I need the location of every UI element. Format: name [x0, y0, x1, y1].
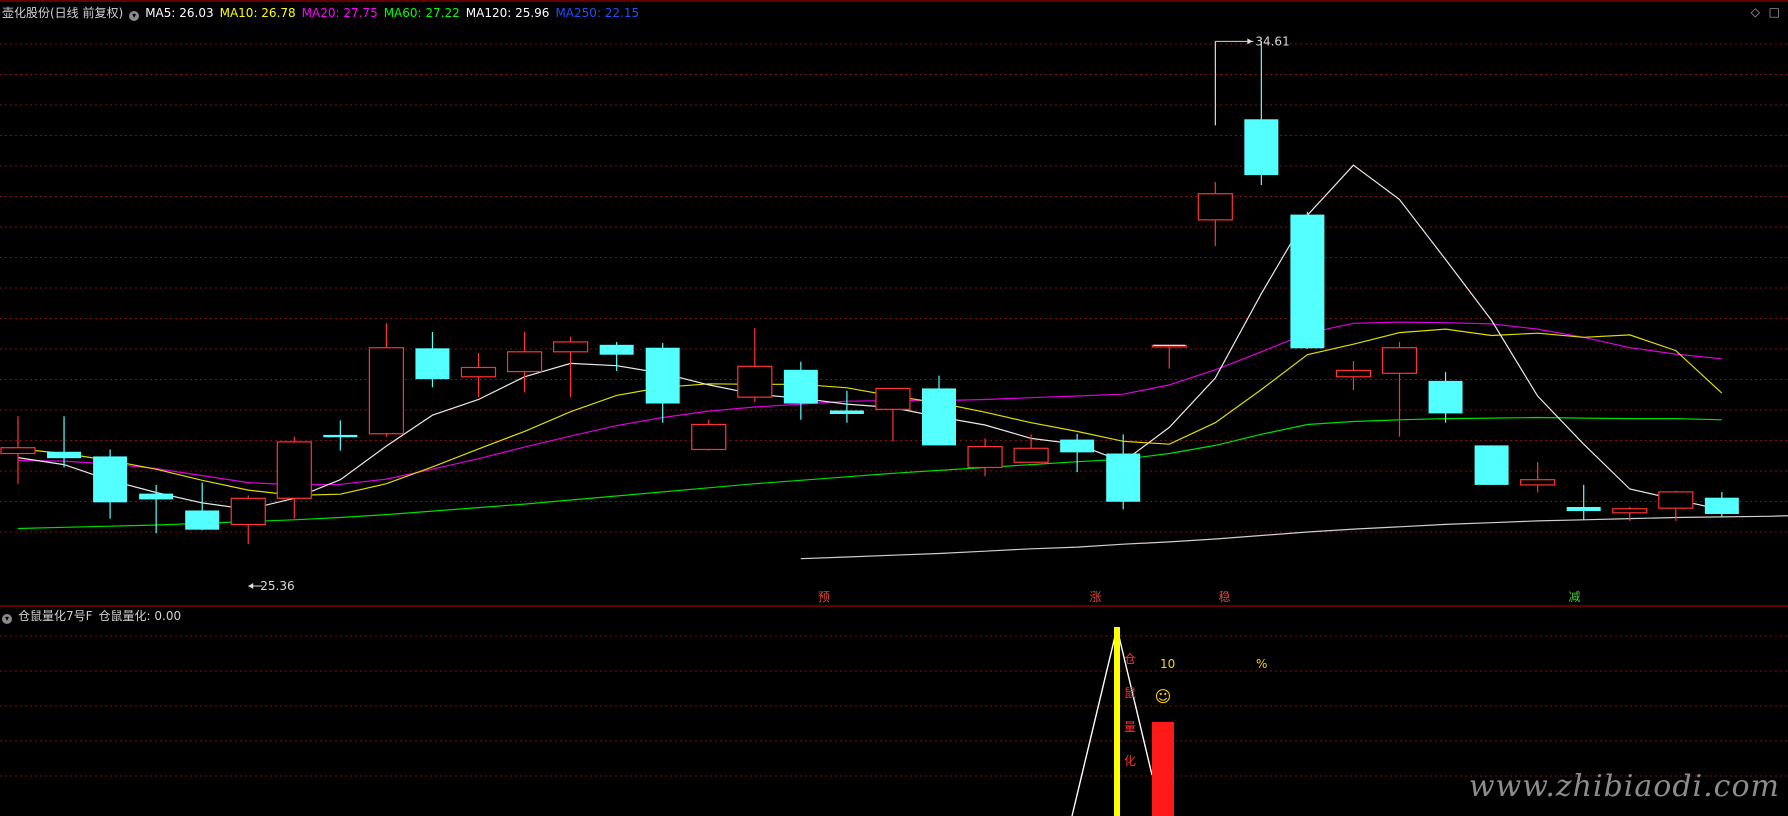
candle-body: [922, 388, 956, 446]
ma-label-3: MA60: 27.22: [383, 6, 460, 20]
candle-body: [276, 441, 312, 499]
annotation-layer: 34.61 25.36 预 涨 稳 减: [248, 34, 1580, 604]
dropdown-icon[interactable]: ▾: [2, 614, 12, 624]
candle-body: [1658, 491, 1694, 509]
candle-body: [1290, 214, 1325, 349]
signal-label: 涨: [1090, 589, 1102, 604]
candle-body: [783, 369, 818, 404]
signal-label: 减: [1568, 590, 1580, 604]
candle-body: [1244, 119, 1279, 176]
ma60-line: [17, 416, 1722, 530]
dropdown-icon[interactable]: ▾: [129, 11, 140, 21]
indicator-percent-label: %: [1256, 657, 1267, 671]
indicator-number-label: 10: [1160, 657, 1175, 671]
candle-body: [599, 344, 634, 355]
candle-body: [1566, 506, 1601, 512]
ma-label-2: MA20: 27.75: [301, 6, 378, 20]
signal-label: 预: [818, 590, 830, 604]
candle-body: [93, 456, 128, 503]
candle-body: [875, 387, 911, 410]
smiley-icon: ☺: [1155, 687, 1172, 706]
candle-body: [230, 497, 266, 526]
candle-body: [691, 423, 727, 451]
candle-body: [967, 445, 1003, 469]
indicator-vertical-text: 量: [1124, 720, 1136, 734]
indicator-title[interactable]: 仓鼠量化7号F: [18, 609, 93, 623]
candle-body: [829, 410, 864, 414]
candle-body: [1335, 369, 1372, 378]
indicator-vertical-text: 化: [1124, 754, 1136, 768]
indicator-panel-layer: 仓鼠量化 10 % ☺: [1071, 627, 1267, 816]
diamond-icon[interactable]: ◇: [1751, 5, 1760, 19]
candle-body: [323, 434, 358, 438]
ma20-line: [17, 321, 1722, 486]
indicator-vertical-text: 鼠: [1124, 686, 1136, 700]
ma-legend: MA5: 26.03 MA10: 26.78 MA20: 27.75 MA60: 27…: [145, 6, 645, 20]
main-panel-header: 壶化股份(日线 前复权) ▾ MA5: 26.03 MA10: 26.78 MA20: …: [2, 6, 651, 21]
candle-body: [645, 347, 680, 404]
candle-body: [737, 365, 773, 398]
candle-body: [1106, 453, 1141, 502]
candle-body: [460, 366, 497, 378]
candle-body: [1612, 508, 1648, 514]
candle-body: [1428, 380, 1463, 414]
candle-body: [185, 510, 220, 530]
moving-average-layer: [17, 164, 1788, 560]
box-icon[interactable]: □: [1769, 5, 1780, 19]
candle-body: [1013, 447, 1049, 463]
chart-canvas[interactable]: 34.61 25.36 预 涨 稳 减 仓鼠量化 10 % ☺: [0, 0, 1788, 816]
ma-label-0: MA5: 26.03: [145, 6, 214, 20]
ma-label-1: MA10: 26.78: [219, 6, 296, 20]
signal-label: 稳: [1219, 589, 1231, 604]
ma5-line: [17, 164, 1722, 511]
candle-body: [1520, 479, 1556, 486]
candle-body: [1704, 497, 1739, 514]
candle-body: [1060, 439, 1095, 453]
indicator-red-bar: [1152, 722, 1174, 816]
candle-body: [0, 447, 36, 455]
ma120-line: [800, 515, 1788, 560]
watermark: www.zhibiaodi.com: [1468, 769, 1780, 804]
candle-body: [415, 348, 450, 380]
high-price-label: 34.61: [1255, 34, 1289, 48]
annotation-arrow: [1247, 38, 1253, 45]
sub-panel-header: ▾ 仓鼠量化7号F 仓鼠量化: 0.00: [2, 609, 187, 624]
low-price-label: 25.36: [260, 579, 294, 593]
candle-body: [139, 493, 174, 500]
stock-title[interactable]: 壶化股份(日线 前复权): [2, 6, 123, 20]
candlestick-layer: [0, 41, 1739, 545]
ma-label-5: MA250: 22.15: [555, 6, 640, 20]
candle-body: [552, 341, 589, 353]
ma10-line: [17, 328, 1723, 497]
candle-body: [506, 351, 543, 373]
indicator-vertical-text: 仓: [1124, 652, 1136, 666]
candle-body: [368, 347, 404, 435]
candle-body: [47, 451, 82, 459]
indicator-value: 仓鼠量化: 0.00: [98, 609, 182, 623]
annotation-arrow: [248, 583, 254, 589]
indicator-spike-line: [1071, 627, 1153, 816]
candle-body: [1381, 347, 1418, 374]
indicator-yellow-bar: [1114, 627, 1120, 816]
ma-label-4: MA120: 25.96: [465, 6, 550, 20]
candle-body: [1474, 445, 1509, 485]
candle-body: [1197, 193, 1233, 221]
